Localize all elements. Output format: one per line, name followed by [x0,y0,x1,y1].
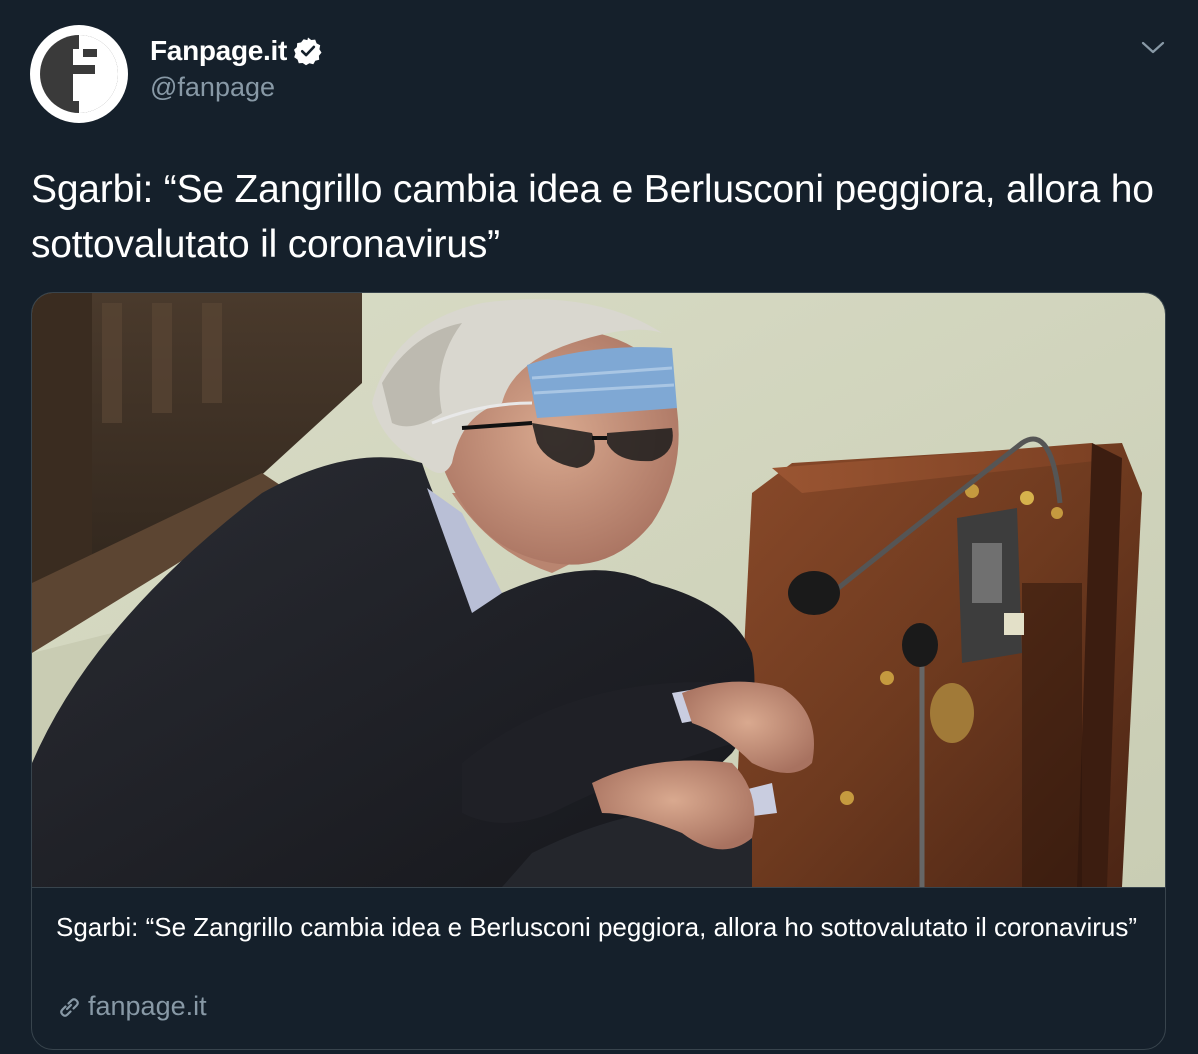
card-divider [32,887,1165,888]
handle[interactable]: @fanpage [150,72,323,103]
link-card[interactable]: Sgarbi: “Se Zangrillo cambia idea e Berl… [31,292,1166,1050]
tweet-header: Fanpage.it @fanpage [150,33,323,103]
card-domain-text: fanpage.it [88,991,207,1021]
avatar[interactable] [30,25,128,123]
card-title: Sgarbi: “Se Zangrillo cambia idea e Berl… [56,912,1138,942]
chevron-down-icon[interactable] [1140,38,1166,58]
verified-badge-icon [293,36,323,66]
card-domain: fanpage.it [56,991,207,1022]
display-name[interactable]: Fanpage.it [150,35,287,67]
display-name-row: Fanpage.it [150,33,323,69]
tweet-text: Sgarbi: “Se Zangrillo cambia idea e Berl… [31,168,1154,266]
tweet: Fanpage.it @fanpage Sgarbi: “Se Zangrill… [0,0,1198,1054]
card-image [32,293,1165,887]
link-icon [56,994,82,1020]
fanpage-logo [40,35,118,113]
